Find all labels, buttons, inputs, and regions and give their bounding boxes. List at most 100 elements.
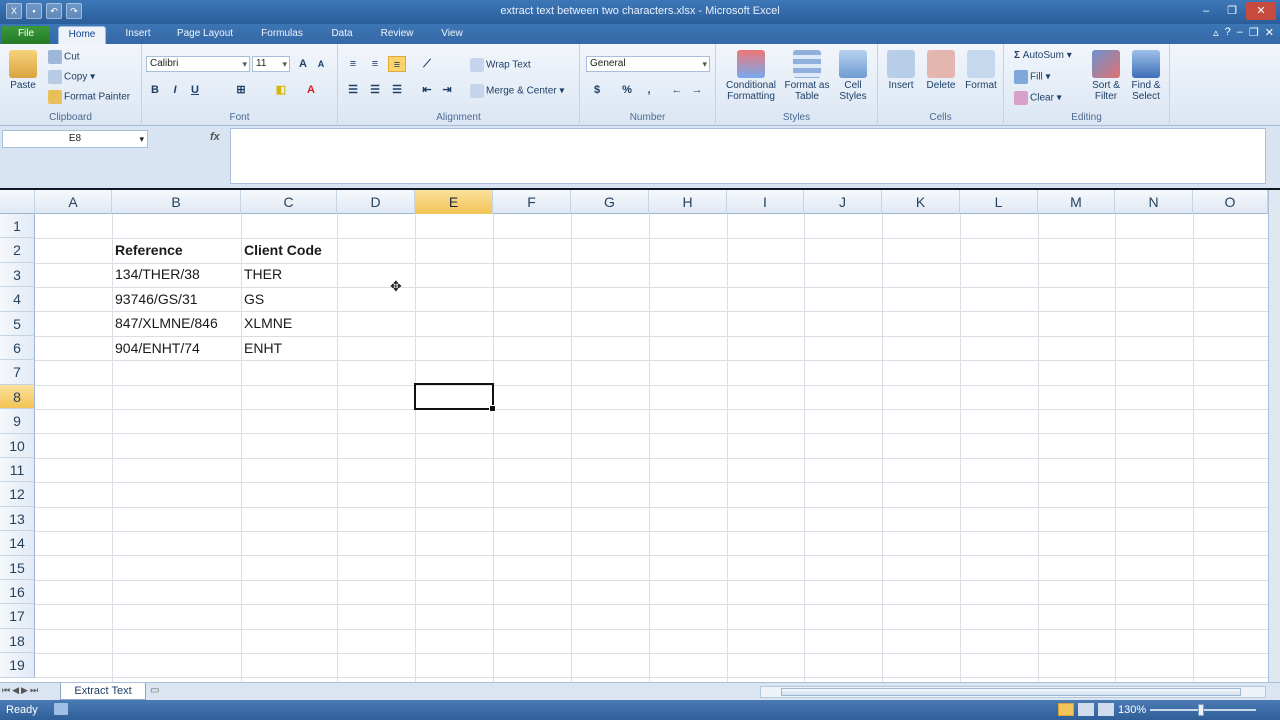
borders-icon[interactable]: ⊞ xyxy=(232,82,250,98)
cell-b4[interactable]: 93746/GS/31 xyxy=(112,287,198,311)
row-header-6[interactable]: 6 xyxy=(0,336,35,361)
align-left-icon[interactable]: ☰ xyxy=(344,82,362,98)
comma-icon[interactable]: , xyxy=(640,82,658,98)
align-bottom-icon[interactable]: ≡ xyxy=(388,56,406,72)
find-select-button[interactable]: Find & Select xyxy=(1126,50,1166,102)
row-header-8[interactable]: 8 xyxy=(0,384,35,410)
row-header-9[interactable]: 9 xyxy=(0,409,35,434)
row-header-16[interactable]: 16 xyxy=(0,580,35,605)
cell-c4[interactable]: GS xyxy=(241,287,264,311)
fill-button[interactable]: Fill ▾ xyxy=(1014,70,1051,84)
cell-b3[interactable]: 134/THER/38 xyxy=(112,262,200,286)
column-header-l[interactable]: L xyxy=(960,190,1038,214)
zoom-slider-thumb[interactable] xyxy=(1198,704,1204,716)
tab-formulas[interactable]: Formulas xyxy=(252,26,312,44)
row-header-13[interactable]: 13 xyxy=(0,506,35,532)
help-icon[interactable]: ? xyxy=(1225,26,1231,39)
next-sheet-icon[interactable]: ▶ xyxy=(21,685,28,696)
cut-button[interactable]: Cut xyxy=(48,50,80,64)
row-header-19[interactable]: 19 xyxy=(0,653,35,678)
increase-indent-icon[interactable]: ⇥ xyxy=(438,82,456,98)
bold-button[interactable]: B xyxy=(146,82,164,98)
cell-styles-button[interactable]: Cell Styles xyxy=(832,50,874,102)
active-cell-selection[interactable] xyxy=(414,383,496,412)
normal-view-icon[interactable] xyxy=(1058,703,1074,716)
column-header-m[interactable]: M xyxy=(1038,190,1115,214)
minimize-icon[interactable]: ‒ xyxy=(1194,2,1218,20)
copy-button[interactable]: Copy ▾ xyxy=(48,70,95,84)
row-header-4[interactable]: 4 xyxy=(0,287,35,312)
orientation-icon[interactable]: ⟋ xyxy=(418,56,436,72)
row-header-1[interactable]: 1 xyxy=(0,214,35,239)
row-header-3[interactable]: 3 xyxy=(0,262,35,288)
paste-button[interactable]: Paste xyxy=(6,50,40,91)
page-break-view-icon[interactable] xyxy=(1098,703,1114,716)
align-right-icon[interactable]: ☰ xyxy=(388,82,406,98)
row-header-5[interactable]: 5 xyxy=(0,311,35,336)
fill-color-icon[interactable]: ◧ xyxy=(272,82,290,98)
insert-button[interactable]: Insert xyxy=(882,50,920,91)
ribbon-collapse-icon[interactable]: ▵ xyxy=(1213,26,1219,39)
column-header-j[interactable]: J xyxy=(804,190,882,214)
macro-record-icon[interactable] xyxy=(54,703,68,715)
row-header-14[interactable]: 14 xyxy=(0,531,35,556)
tab-page-layout[interactable]: Page Layout xyxy=(170,26,240,44)
cell-c3[interactable]: THER xyxy=(241,262,282,286)
insert-function-icon[interactable]: fx xyxy=(210,131,220,143)
decrease-decimal-icon[interactable]: → xyxy=(688,82,706,98)
clear-button[interactable]: Clear ▾ xyxy=(1014,91,1062,105)
cell-c6[interactable]: ENHT xyxy=(241,336,282,360)
column-header-o[interactable]: O xyxy=(1193,190,1268,214)
vertical-scrollbar[interactable] xyxy=(1268,190,1280,682)
delete-button[interactable]: Delete xyxy=(922,50,960,91)
percent-button[interactable]: % xyxy=(618,82,636,98)
column-header-e[interactable]: E xyxy=(415,190,493,214)
align-top-icon[interactable]: ≡ xyxy=(344,56,362,72)
grow-font-icon[interactable]: A xyxy=(294,56,312,72)
format-button[interactable]: Format xyxy=(962,50,1000,91)
column-header-h[interactable]: H xyxy=(649,190,727,214)
column-header-g[interactable]: G xyxy=(571,190,649,214)
decrease-indent-icon[interactable]: ⇤ xyxy=(418,82,436,98)
row-header-7[interactable]: 7 xyxy=(0,360,35,385)
tab-review[interactable]: Review xyxy=(372,26,422,44)
cell-b2-header[interactable]: Reference xyxy=(112,238,183,262)
font-name-select[interactable]: Calibri xyxy=(146,56,250,72)
column-header-c[interactable]: C xyxy=(241,190,337,214)
column-header-d[interactable]: D xyxy=(337,190,415,214)
row-header-2[interactable]: 2 xyxy=(0,238,35,263)
currency-icon[interactable]: $ xyxy=(588,82,606,98)
sort-filter-button[interactable]: Sort & Filter xyxy=(1086,50,1126,102)
font-size-select[interactable]: 11 xyxy=(252,56,290,72)
row-header-15[interactable]: 15 xyxy=(0,555,35,580)
horizontal-scroll-thumb[interactable] xyxy=(781,688,1241,696)
column-header-a[interactable]: A xyxy=(35,190,112,214)
restore-workbook-icon[interactable]: ❐ xyxy=(1249,26,1259,39)
select-all-corner[interactable] xyxy=(0,190,35,214)
maximize-icon[interactable]: ❐ xyxy=(1220,2,1244,20)
column-header-n[interactable]: N xyxy=(1115,190,1193,214)
row-header-18[interactable]: 18 xyxy=(0,628,35,654)
insert-sheet-icon[interactable]: ▭ xyxy=(150,685,168,698)
column-header-i[interactable]: I xyxy=(727,190,804,214)
worksheet-grid[interactable]: A B C D E F G H I J K L M N O 1 2 3 4 5 … xyxy=(0,190,1268,682)
cell-c2-header[interactable]: Client Code xyxy=(241,238,322,262)
increase-decimal-icon[interactable]: ← xyxy=(668,82,686,98)
row-header-11[interactable]: 11 xyxy=(0,458,35,483)
close-workbook-icon[interactable]: ✕ xyxy=(1265,26,1274,39)
row-header-17[interactable]: 17 xyxy=(0,604,35,629)
italic-button[interactable]: I xyxy=(166,82,184,98)
shrink-font-icon[interactable]: A xyxy=(312,56,330,72)
column-header-f[interactable]: F xyxy=(493,190,571,214)
wrap-text-button[interactable]: Wrap Text xyxy=(470,58,531,72)
tab-data[interactable]: Data xyxy=(322,26,362,44)
cell-b5[interactable]: 847/XLMNE/846 xyxy=(112,311,218,335)
format-as-table-button[interactable]: Format as Table xyxy=(782,50,832,102)
underline-button[interactable]: U xyxy=(186,82,204,98)
conditional-formatting-button[interactable]: Conditional Formatting xyxy=(720,50,782,102)
formula-input[interactable] xyxy=(230,128,1266,184)
merge-center-button[interactable]: Merge & Center ▾ xyxy=(470,84,564,98)
close-icon[interactable]: ✕ xyxy=(1246,2,1276,20)
number-format-select[interactable]: General xyxy=(586,56,710,72)
cell-b6[interactable]: 904/ENHT/74 xyxy=(112,336,200,360)
